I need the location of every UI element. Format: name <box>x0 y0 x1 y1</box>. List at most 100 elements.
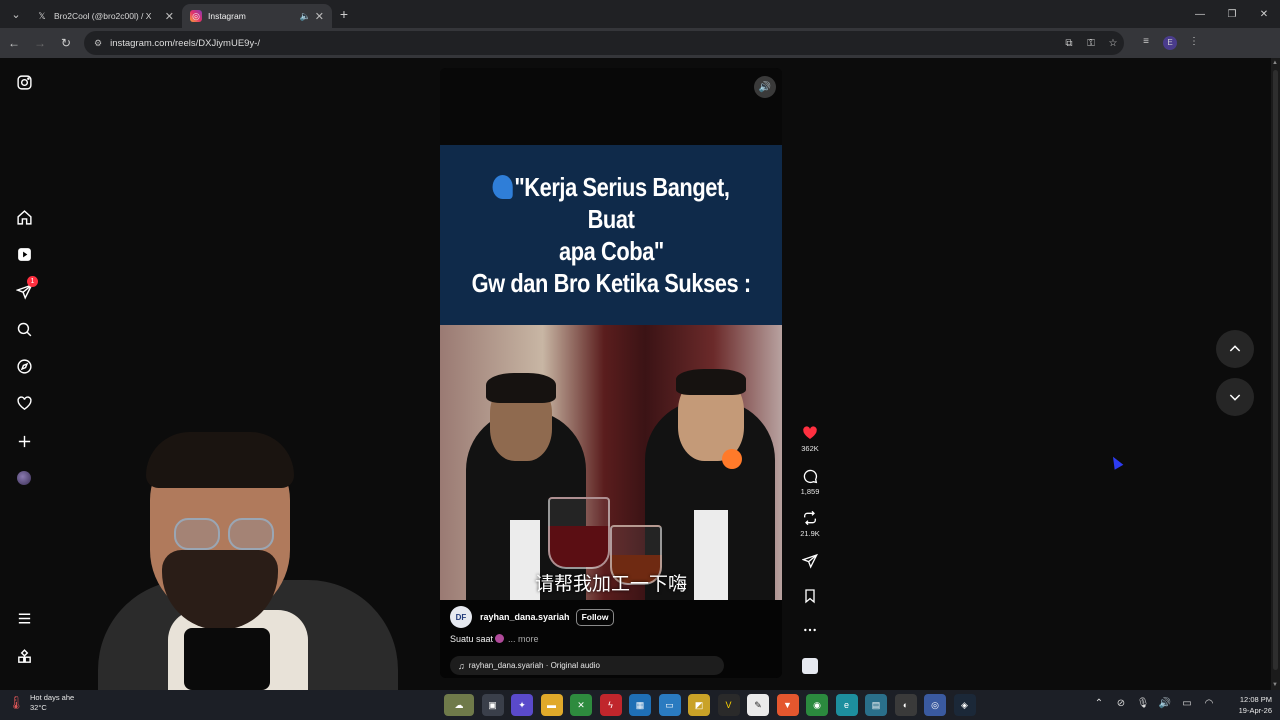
bookmark-icon <box>794 587 826 605</box>
more-link[interactable]: ... more <box>508 634 539 644</box>
steam-icon[interactable]: ◈ <box>953 694 976 716</box>
search-icon[interactable] <box>12 317 36 341</box>
microphone-icon[interactable]: 🎙 <box>1132 698 1154 709</box>
caption-line-3: Gw dan Bro Ketika Sukses : <box>471 268 751 298</box>
author-avatar[interactable]: DF <box>450 606 472 628</box>
reels-icon[interactable] <box>12 242 36 266</box>
display-icon[interactable]: ▭ <box>1176 698 1198 709</box>
github-icon[interactable]: ◐ <box>894 694 917 716</box>
page-scrollbar[interactable]: ▲ ▼ <box>1271 58 1280 690</box>
weather-temp: 32°C <box>30 703 47 712</box>
reel-video-card[interactable]: 🔊 "Kerja Serius Banget, Buat apa Coba" G… <box>440 68 782 678</box>
chevron-down-icon <box>1229 394 1241 401</box>
weather-widget[interactable]: 🌡 Hot days ahe 32°C <box>8 693 74 713</box>
more-menu-icon[interactable] <box>12 606 36 630</box>
create-plus-icon[interactable] <box>12 429 36 453</box>
share-button[interactable] <box>794 552 826 570</box>
back-icon[interactable]: ← <box>2 31 26 55</box>
restore-icon[interactable]: ❐ <box>1216 0 1248 28</box>
like-button[interactable]: 362K <box>794 424 826 453</box>
notification-badge: 1 <box>27 276 38 287</box>
more-options-button[interactable] <box>794 621 826 639</box>
site-info-icon[interactable]: ⚙ <box>94 38 102 49</box>
repost-icon <box>794 509 826 527</box>
store-icon[interactable]: ▦ <box>629 694 651 716</box>
close-window-icon[interactable]: ✕ <box>1248 0 1280 28</box>
media-control-icon[interactable]: ≡ <box>1134 36 1158 50</box>
video-frame[interactable]: 请帮我加工一下嗨 <box>440 325 782 600</box>
clock-date: 19-Apr-26 <box>1238 706 1272 715</box>
repost-button[interactable]: 21.9K <box>794 509 826 538</box>
original-audio-link[interactable]: ♫ rayhan_dana.syariah · Original audio <box>450 656 724 675</box>
previous-reel-button[interactable] <box>1216 330 1254 368</box>
follow-button[interactable]: Follow <box>575 608 615 626</box>
video-caption-banner: "Kerja Serius Banget, Buat apa Coba" Gw … <box>440 145 782 325</box>
reel-caption: Suatu saat... more <box>450 634 539 644</box>
author-username[interactable]: rayhan_dana.syariah <box>480 612 570 622</box>
next-reel-button[interactable] <box>1216 378 1254 416</box>
repost-count: 21.9K <box>800 529 820 538</box>
browser-menu-icon[interactable]: ⋮ <box>1182 36 1206 50</box>
profile-avatar[interactable]: E <box>1163 36 1177 50</box>
comment-button[interactable]: 1,859 <box>794 467 826 496</box>
tab-x[interactable]: 𝕏 Bro2Cool (@bro2c00l) / X ✕ <box>28 4 182 28</box>
comment-icon <box>794 467 826 485</box>
instagram-logo-icon[interactable] <box>12 70 36 94</box>
cast-icon[interactable]: ⧉ <box>1058 38 1080 49</box>
wine-glass <box>548 497 610 569</box>
explore-icon[interactable] <box>12 354 36 378</box>
key-icon[interactable]: ⚿ <box>1080 38 1102 49</box>
microphone <box>184 628 270 690</box>
browser-tab-strip: ⌄ 𝕏 Bro2Cool (@bro2c00l) / X ✕ ◎ Instagr… <box>0 0 1280 28</box>
audio-label: rayhan_dana.syariah · Original audio <box>468 661 600 670</box>
chrome-active-icon[interactable]: ◎ <box>924 694 946 716</box>
comment-count: 1,859 <box>800 487 820 496</box>
close-tab-icon[interactable]: ✕ <box>315 10 324 23</box>
messages-icon[interactable]: 1 <box>12 276 38 303</box>
profile-avatar[interactable] <box>12 466 36 490</box>
tab-search-button[interactable]: ⌄ <box>4 4 28 24</box>
audio-thumbnail[interactable] <box>794 658 826 674</box>
chat-app-icon[interactable]: ▭ <box>658 694 681 716</box>
forward-icon[interactable]: → <box>28 31 52 55</box>
instagram-icon: ◎ <box>190 10 202 22</box>
close-tab-icon[interactable]: ✕ <box>165 10 174 23</box>
notepad-icon[interactable]: ✎ <box>747 694 769 716</box>
photos-icon[interactable]: ◩ <box>688 694 710 716</box>
url-text[interactable]: instagram.com/reels/DXJiymUE9y-/ <box>110 38 1058 49</box>
volume-icon[interactable]: 🔊 <box>754 76 776 98</box>
music-note-icon: ♫ <box>458 660 465 671</box>
url-field[interactable]: ⚙ instagram.com/reels/DXJiymUE9y-/ ⧉ ⚿ ☆ <box>84 31 1124 55</box>
vpn-icon[interactable]: V <box>717 694 740 716</box>
reload-icon[interactable]: ↻ <box>54 31 78 55</box>
wifi-icon[interactable]: ◠ <box>1198 698 1220 709</box>
caption-line-2: apa Coba" <box>558 236 664 266</box>
emoji-icon <box>495 634 505 643</box>
also-from-meta-icon[interactable] <box>12 644 36 668</box>
widget-icon[interactable]: ☁ <box>444 694 474 716</box>
screen-app-icon[interactable]: ▤ <box>865 694 887 716</box>
bookmark-star-icon[interactable]: ☆ <box>1102 38 1124 49</box>
edge-icon[interactable]: e <box>835 694 858 716</box>
save-button[interactable] <box>794 587 826 605</box>
tab-instagram[interactable]: ◎ Instagram 🔈 ✕ <box>182 4 332 28</box>
xbox-icon[interactable]: ✕ <box>570 694 592 716</box>
copilot-icon[interactable]: ✦ <box>511 694 533 716</box>
webcam-overlay <box>88 430 398 700</box>
notifications-heart-icon[interactable] <box>12 391 36 415</box>
caption-line-1: "Kerja Serius Banget, Buat <box>467 171 754 235</box>
network-off-icon[interactable]: ⊘ <box>1110 698 1132 709</box>
tray-overflow-icon[interactable]: ⌃ <box>1088 698 1110 709</box>
minimize-icon[interactable]: — <box>1184 0 1216 28</box>
lightning-app-icon[interactable]: ϟ <box>599 694 622 716</box>
speaker-icon[interactable]: 🔊 <box>1154 698 1176 709</box>
file-explorer-icon[interactable]: ▬ <box>540 694 563 716</box>
task-view-icon[interactable]: ▣ <box>481 694 504 716</box>
new-tab-button[interactable]: + <box>332 6 356 22</box>
clock[interactable]: 12:08 PM 19-Apr-26 <box>1239 694 1272 716</box>
brave-icon[interactable]: ▼ <box>776 694 799 716</box>
system-tray: ⌃ ⊘ 🎙 🔊 ▭ ◠ <box>1088 698 1220 709</box>
tab-audio-icon[interactable]: 🔈 <box>300 11 311 22</box>
chrome-icon[interactable]: ◉ <box>806 694 828 716</box>
home-icon[interactable] <box>12 205 36 229</box>
